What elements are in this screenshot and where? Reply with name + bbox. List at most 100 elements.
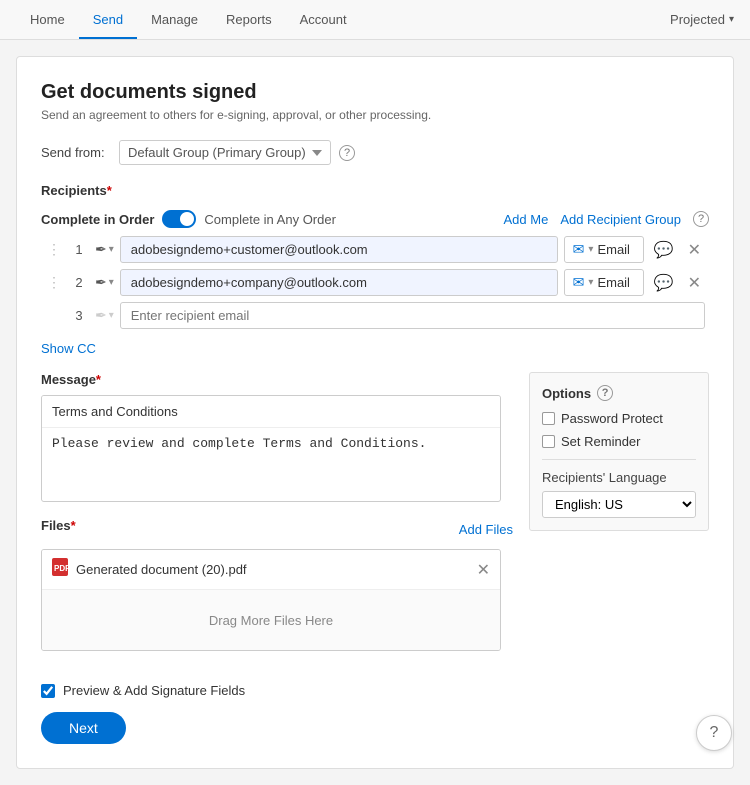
nav-items: Home Send Manage Reports Account — [16, 2, 670, 38]
projected-menu[interactable]: Projected ▾ — [670, 12, 734, 27]
main-content: Get documents signed Send an agreement t… — [16, 56, 734, 769]
nav-home[interactable]: Home — [16, 2, 79, 39]
recipients-header-left: Recipients* — [41, 183, 112, 206]
page-title: Get documents signed — [41, 81, 709, 104]
recipient-icon-1[interactable]: ✒ ▾ — [95, 241, 114, 258]
preview-label: Preview & Add Signature Fields — [63, 683, 245, 698]
complete-in-order-toggle[interactable] — [162, 210, 196, 228]
password-protect-row: Password Protect — [542, 411, 696, 426]
nav-reports[interactable]: Reports — [212, 2, 286, 39]
next-button[interactable]: Next — [41, 712, 126, 744]
email-type-btn-2[interactable]: ✉ ▾ Email — [564, 269, 644, 296]
send-from-help-icon[interactable]: ? — [339, 145, 355, 161]
send-from-select[interactable]: Default Group (Primary Group) — [119, 140, 331, 165]
set-reminder-label: Set Reminder — [561, 434, 640, 449]
add-files-button[interactable]: Add Files — [459, 522, 513, 537]
email-type-btn-1[interactable]: ✉ ▾ Email — [564, 236, 644, 263]
navbar: Home Send Manage Reports Account Project… — [0, 0, 750, 40]
recipient-num-2: 2 — [69, 275, 89, 290]
options-divider — [542, 459, 696, 460]
nav-manage[interactable]: Manage — [137, 2, 212, 39]
help-circle-icon: ? — [710, 724, 719, 742]
options-title: Options — [542, 386, 591, 401]
order-controls: Complete in Order Complete in Any Order — [41, 210, 336, 228]
send-from-label: Send from: — [41, 145, 111, 160]
files-box: PDF Generated document (20).pdf ✕ Drag M… — [41, 549, 501, 651]
recipient-row-1: ⋮ 1 ✒ ▾ ✉ ▾ Email 💬 ✕ — [41, 236, 709, 263]
pen-icon-1: ✒ — [95, 241, 107, 258]
dropdown-arrow-icon-1: ▾ — [109, 244, 114, 255]
password-protect-checkbox[interactable] — [542, 412, 555, 425]
recipient-email-input-2[interactable] — [120, 269, 558, 296]
dropdown-arrow-email-1: ▾ — [588, 244, 593, 255]
recipients-actions: Add Me Add Recipient Group ? — [504, 211, 710, 227]
dropdown-arrow-email-2: ▾ — [588, 277, 593, 288]
options-help-icon[interactable]: ? — [597, 385, 613, 401]
file-item-1: PDF Generated document (20).pdf ✕ — [42, 550, 500, 590]
comment-icon-2[interactable]: 💬 — [650, 271, 678, 295]
files-label: Files* — [41, 518, 76, 533]
recipients-header: Recipients* — [41, 183, 709, 206]
add-me-button[interactable]: Add Me — [504, 212, 549, 227]
form-col-left: Message* Please review and complete Term… — [41, 372, 513, 667]
form-columns: Message* Please review and complete Term… — [41, 372, 709, 667]
email-type-label-1: Email — [597, 242, 630, 257]
dropdown-arrow-icon-2: ▾ — [109, 277, 114, 288]
drag-files-zone[interactable]: Drag More Files Here — [42, 590, 500, 650]
svg-text:PDF: PDF — [54, 564, 68, 573]
add-recipient-group-button[interactable]: Add Recipient Group — [560, 212, 681, 227]
recipient-email-input-3[interactable] — [120, 302, 705, 329]
bottom-section: Preview & Add Signature Fields Next — [41, 683, 709, 744]
pdf-icon: PDF — [52, 558, 68, 581]
dropdown-arrow-icon-3: ▾ — [109, 310, 114, 321]
recipient-icon-3[interactable]: ✒ ▾ — [95, 307, 114, 324]
options-box: Options ? Password Protect Set Reminder … — [529, 372, 709, 531]
projected-chevron: ▾ — [729, 14, 734, 25]
remove-icon-1[interactable]: ✕ — [684, 238, 705, 262]
recipients-help-icon[interactable]: ? — [693, 211, 709, 227]
message-label: Message* — [41, 372, 513, 387]
page-subtitle: Send an agreement to others for e-signin… — [41, 108, 709, 122]
help-circle[interactable]: ? — [696, 715, 732, 751]
files-section: Files* Add Files PDF Gene — [41, 518, 513, 651]
files-header: Files* Add Files — [41, 518, 513, 541]
drag-files-label: Drag More Files Here — [209, 613, 333, 628]
options-header: Options ? — [542, 385, 696, 401]
file-remove-btn-1[interactable]: ✕ — [477, 560, 490, 580]
send-from-row: Send from: Default Group (Primary Group)… — [41, 140, 709, 165]
recipient-icon-2[interactable]: ✒ ▾ — [95, 274, 114, 291]
email-type-label-2: Email — [597, 275, 630, 290]
preview-checkbox[interactable] — [41, 684, 55, 698]
set-reminder-row: Set Reminder — [542, 434, 696, 449]
message-subject-input[interactable] — [42, 396, 500, 428]
drag-handle-2[interactable]: ⋮ — [45, 274, 63, 291]
pen-icon-3: ✒ — [95, 307, 107, 324]
preview-row: Preview & Add Signature Fields — [41, 683, 709, 698]
recipients-order-row: Complete in Order Complete in Any Order … — [41, 210, 709, 228]
language-label: Recipients' Language — [542, 470, 696, 485]
nav-send[interactable]: Send — [79, 2, 137, 39]
complete-any-order-label: Complete in Any Order — [204, 212, 336, 227]
message-section: Message* Please review and complete Term… — [41, 372, 513, 502]
remove-icon-2[interactable]: ✕ — [684, 271, 705, 295]
pen-icon-2: ✒ — [95, 274, 107, 291]
password-protect-label: Password Protect — [561, 411, 663, 426]
recipient-num-1: 1 — [69, 242, 89, 257]
message-box: Please review and complete Terms and Con… — [41, 395, 501, 502]
message-body-input[interactable]: Please review and complete Terms and Con… — [42, 428, 500, 498]
email-icon-1: ✉ — [573, 241, 585, 258]
projected-label: Projected — [670, 12, 725, 27]
recipient-num-3: 3 — [69, 308, 89, 323]
recipients-label: Recipients* — [41, 183, 112, 198]
show-cc-link[interactable]: Show CC — [41, 341, 96, 356]
comment-icon-1[interactable]: 💬 — [650, 238, 678, 262]
options-panel: Options ? Password Protect Set Reminder … — [529, 372, 709, 667]
drag-handle-1[interactable]: ⋮ — [45, 241, 63, 258]
recipient-email-input-1[interactable] — [120, 236, 558, 263]
nav-account[interactable]: Account — [286, 2, 361, 39]
complete-in-order-label: Complete in Order — [41, 212, 154, 227]
recipient-row-2: ⋮ 2 ✒ ▾ ✉ ▾ Email 💬 ✕ — [41, 269, 709, 296]
language-select[interactable]: English: US English: UK French German Sp… — [542, 491, 696, 518]
recipient-row-3: ⋮ 3 ✒ ▾ — [41, 302, 709, 329]
set-reminder-checkbox[interactable] — [542, 435, 555, 448]
